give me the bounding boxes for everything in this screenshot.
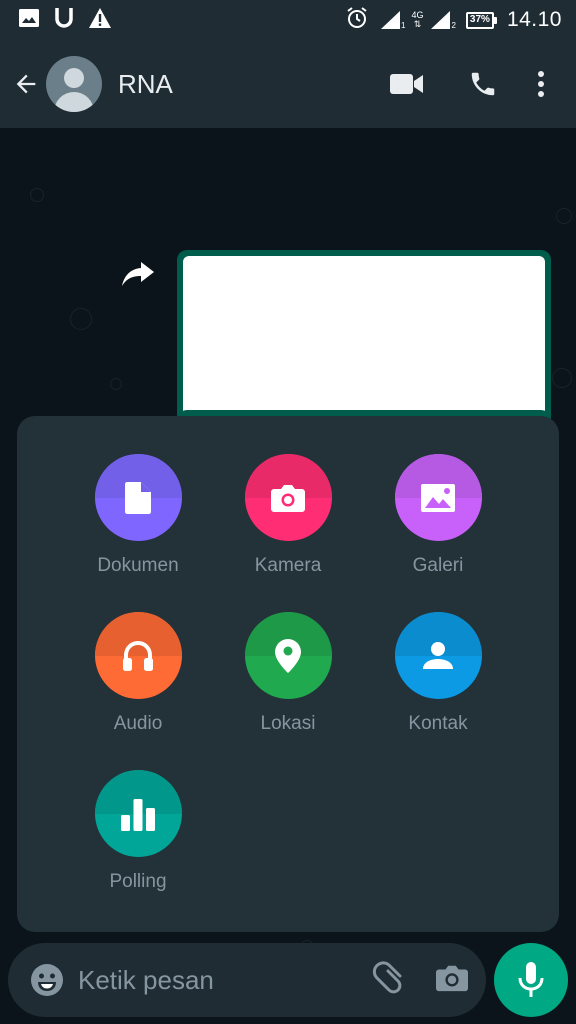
document-icon [125,481,151,514]
location-pin-icon [275,638,301,673]
image-icon [18,8,40,33]
signal-sim1-icon: 1 [379,10,405,30]
person-icon [423,641,453,669]
contact-circle [394,612,482,699]
gallery-circle [394,454,482,541]
camera-icon [271,484,305,512]
arrow-left-icon [16,74,36,94]
camera-circle [244,454,332,541]
forward-button[interactable] [118,258,158,290]
more-options-button[interactable] [514,57,568,111]
attach-gallery-button[interactable]: Galeri [363,454,513,577]
attachment-menu: Dokumen Kamera Galeri Audio Lokasi Konta… [17,416,559,932]
signal-sim2-icon: 2 [429,10,456,30]
emoji-button[interactable] [30,963,64,997]
attach-contact-label: Kontak [408,713,468,734]
video-camera-icon [390,74,423,94]
message-input[interactable] [78,964,338,996]
data-arrows-icon: ⇅ [413,19,422,29]
more-vertical-icon [538,71,544,97]
avatar[interactable] [46,56,102,112]
sim1-label: 1 [401,21,406,30]
video-call-button[interactable] [380,57,434,111]
camera-button[interactable] [436,964,468,997]
attach-camera-label: Kamera [254,555,322,576]
battery-level: 37% [465,11,494,29]
chat-header: RNA [0,40,576,128]
magnet-icon [54,7,74,34]
message-composer [8,943,486,1017]
attach-document-label: Dokumen [97,555,179,576]
clock: 14.10 [506,8,562,31]
whatsapp-chat-screen: 1 4G ⇅ 2 37% 14.10 RNA Dokumen Kamera Ga… [0,0,576,1024]
status-bar: 1 4G ⇅ 2 37% 14.10 [0,0,576,40]
paperclip-icon [372,960,402,993]
attach-location-button[interactable]: Lokasi [213,612,363,735]
attach-location-label: Lokasi [260,713,316,734]
network-type: 4G ⇅ [411,11,423,29]
sim2-label: 2 [451,21,456,30]
gallery-icon [421,483,455,512]
microphone-icon [518,962,544,997]
forward-icon [122,262,154,286]
attach-audio-button[interactable]: Audio [63,612,213,735]
attach-camera-button[interactable]: Kamera [213,454,363,577]
attach-contact-button[interactable]: Kontak [363,612,513,735]
attach-audio-label: Audio [113,713,163,734]
contact-name[interactable]: RNA [118,69,173,100]
phone-icon [471,72,495,96]
attach-poll-button[interactable]: Polling [63,770,213,893]
alarm-icon [345,6,369,35]
warning-icon [88,7,112,34]
battery-icon: 37% [465,11,497,29]
attach-button[interactable] [372,960,406,1000]
attach-gallery-label: Galeri [412,555,464,576]
camera-icon [436,965,468,991]
voice-call-button[interactable] [456,57,510,111]
location-circle [244,612,332,699]
back-button[interactable] [10,68,42,100]
poll-chart-icon [121,798,155,831]
emoji-icon [31,964,63,996]
headphones-icon [123,640,153,671]
attach-document-button[interactable]: Dokumen [63,454,213,577]
voice-message-button[interactable] [494,943,568,1017]
document-circle [94,454,182,541]
poll-circle [94,770,182,857]
attach-poll-label: Polling [109,871,167,892]
audio-circle [94,612,182,699]
